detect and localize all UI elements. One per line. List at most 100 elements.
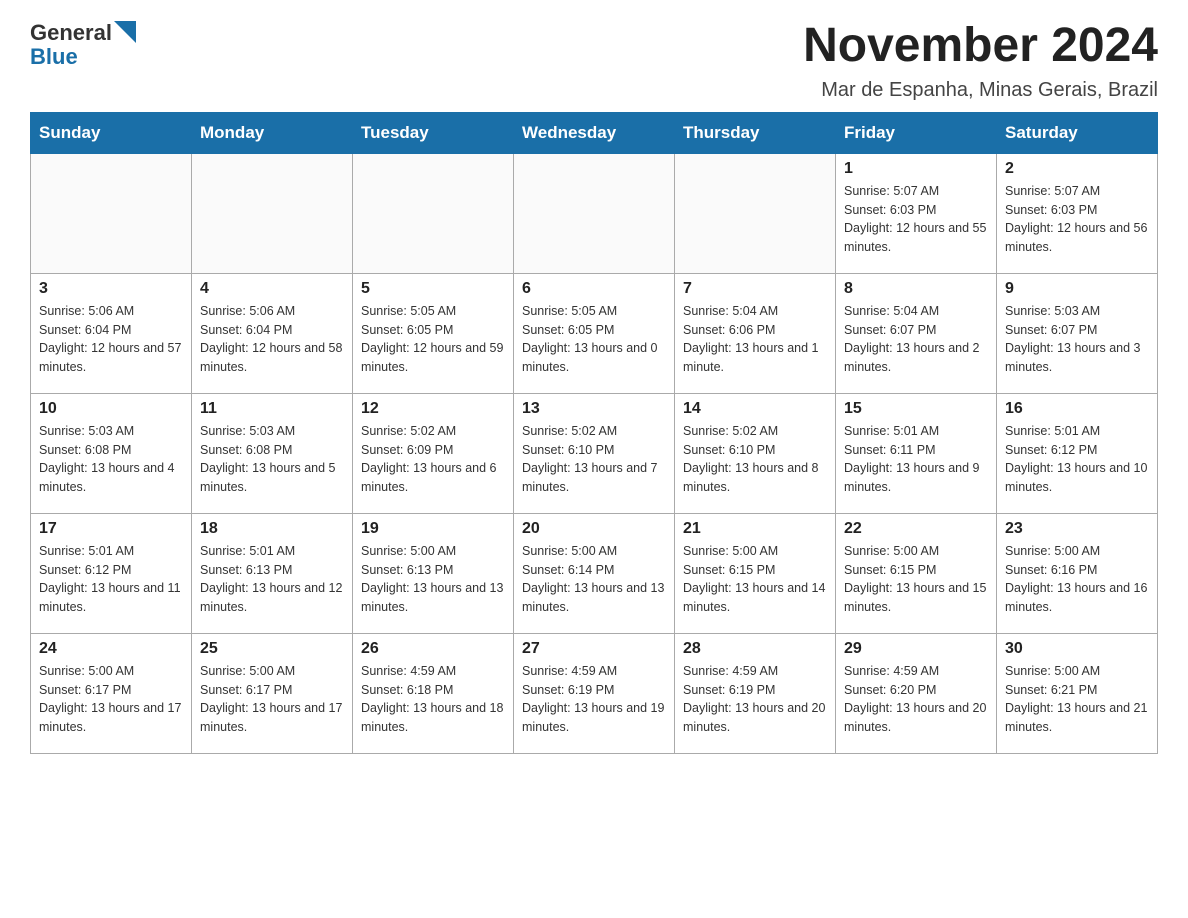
calendar-cell: 20 Sunrise: 5:00 AM Sunset: 6:14 PM Dayli… — [514, 513, 675, 633]
calendar-cell — [514, 153, 675, 273]
day-number: 21 — [683, 520, 827, 538]
calendar-cell: 3 Sunrise: 5:06 AM Sunset: 6:04 PM Daylig… — [31, 273, 192, 393]
calendar-cell: 10Sunrise: 5:03 AM Sunset: 6:08 PM Dayli… — [31, 393, 192, 513]
calendar-cell: 16 Sunrise: 5:01 AM Sunset: 6:12 PM Dayli… — [997, 393, 1158, 513]
day-number: 16 — [1005, 400, 1149, 418]
day-info: Sunrise: 5:01 AM Sunset: 6:13 PM Dayligh… — [200, 542, 344, 617]
calendar-cell: 9 Sunrise: 5:03 AM Sunset: 6:07 PM Daylig… — [997, 273, 1158, 393]
day-number: 7 — [683, 280, 827, 298]
day-info: Sunrise: 4:59 AM Sunset: 6:19 PM Dayligh… — [683, 662, 827, 737]
day-number: 24 — [39, 640, 183, 658]
day-number: 19 — [361, 520, 505, 538]
calendar-subtitle: Mar de Espanha, Minas Gerais, Brazil — [803, 79, 1158, 102]
calendar-cell: 30 Sunrise: 5:00 AM Sunset: 6:21 PM Dayli… — [997, 633, 1158, 753]
header-cell-wednesday: Wednesday — [514, 112, 675, 153]
logo-box: General Blue — [30, 20, 136, 68]
header-cell-sunday: Sunday — [31, 112, 192, 153]
day-number: 6 — [522, 280, 666, 298]
day-number: 1 — [844, 160, 988, 178]
header-cell-friday: Friday — [836, 112, 997, 153]
day-number: 30 — [1005, 640, 1149, 658]
calendar-week-row: 1 Sunrise: 5:07 AM Sunset: 6:03 PM Daylig… — [31, 153, 1158, 273]
calendar-cell: 22 Sunrise: 5:00 AM Sunset: 6:15 PM Dayli… — [836, 513, 997, 633]
calendar-cell — [31, 153, 192, 273]
day-number: 26 — [361, 640, 505, 658]
day-info: Sunrise: 5:04 AM Sunset: 6:07 PM Dayligh… — [844, 302, 988, 377]
day-info: Sunrise: 4:59 AM Sunset: 6:18 PM Dayligh… — [361, 662, 505, 737]
day-number: 5 — [361, 280, 505, 298]
day-info: Sunrise: 5:06 AM Sunset: 6:04 PM Dayligh… — [200, 302, 344, 377]
day-info: Sunrise: 5:00 AM Sunset: 6:14 PM Dayligh… — [522, 542, 666, 617]
day-info: Sunrise: 5:00 AM Sunset: 6:15 PM Dayligh… — [683, 542, 827, 617]
day-info: Sunrise: 5:00 AM Sunset: 6:15 PM Dayligh… — [844, 542, 988, 617]
logo: General Blue — [30, 20, 136, 68]
day-info: Sunrise: 5:02 AM Sunset: 6:10 PM Dayligh… — [683, 422, 827, 497]
title-area: November 2024 Mar de Espanha, Minas Gera… — [803, 20, 1158, 102]
day-number: 28 — [683, 640, 827, 658]
calendar-cell — [675, 153, 836, 273]
day-info: Sunrise: 5:06 AM Sunset: 6:04 PM Dayligh… — [39, 302, 183, 377]
calendar-cell: 18 Sunrise: 5:01 AM Sunset: 6:13 PM Dayli… — [192, 513, 353, 633]
calendar-cell: 27 Sunrise: 4:59 AM Sunset: 6:19 PM Dayli… — [514, 633, 675, 753]
day-info: Sunrise: 4:59 AM Sunset: 6:19 PM Dayligh… — [522, 662, 666, 737]
header-cell-tuesday: Tuesday — [353, 112, 514, 153]
header: General Blue November 2024 Mar de Espanh… — [30, 20, 1158, 102]
day-info: Sunrise: 5:02 AM Sunset: 6:09 PM Dayligh… — [361, 422, 505, 497]
calendar-cell: 7 Sunrise: 5:04 AM Sunset: 6:06 PM Daylig… — [675, 273, 836, 393]
day-number: 2 — [1005, 160, 1149, 178]
day-number: 27 — [522, 640, 666, 658]
day-info: Sunrise: 5:03 AM Sunset: 6:08 PM Dayligh… — [200, 422, 344, 497]
calendar-cell — [192, 153, 353, 273]
day-number: 4 — [200, 280, 344, 298]
day-info: Sunrise: 5:00 AM Sunset: 6:17 PM Dayligh… — [200, 662, 344, 737]
logo-general-text: General — [30, 20, 112, 46]
day-number: 17 — [39, 520, 183, 538]
day-number: 3 — [39, 280, 183, 298]
calendar-cell: 8 Sunrise: 5:04 AM Sunset: 6:07 PM Daylig… — [836, 273, 997, 393]
calendar-cell: 2 Sunrise: 5:07 AM Sunset: 6:03 PM Daylig… — [997, 153, 1158, 273]
calendar-cell: 24Sunrise: 5:00 AM Sunset: 6:17 PM Dayli… — [31, 633, 192, 753]
calendar-cell — [353, 153, 514, 273]
calendar-title: November 2024 — [803, 20, 1158, 73]
calendar-cell: 4 Sunrise: 5:06 AM Sunset: 6:04 PM Daylig… — [192, 273, 353, 393]
header-cell-thursday: Thursday — [675, 112, 836, 153]
day-number: 8 — [844, 280, 988, 298]
day-info: Sunrise: 5:00 AM Sunset: 6:16 PM Dayligh… — [1005, 542, 1149, 617]
day-number: 25 — [200, 640, 344, 658]
calendar-cell: 1 Sunrise: 5:07 AM Sunset: 6:03 PM Daylig… — [836, 153, 997, 273]
day-info: Sunrise: 5:05 AM Sunset: 6:05 PM Dayligh… — [522, 302, 666, 377]
day-number: 29 — [844, 640, 988, 658]
day-number: 15 — [844, 400, 988, 418]
calendar-cell: 14 Sunrise: 5:02 AM Sunset: 6:10 PM Dayli… — [675, 393, 836, 513]
calendar-cell: 28 Sunrise: 4:59 AM Sunset: 6:19 PM Dayli… — [675, 633, 836, 753]
day-info: Sunrise: 4:59 AM Sunset: 6:20 PM Dayligh… — [844, 662, 988, 737]
day-info: Sunrise: 5:03 AM Sunset: 6:07 PM Dayligh… — [1005, 302, 1149, 377]
calendar-cell: 5 Sunrise: 5:05 AM Sunset: 6:05 PM Daylig… — [353, 273, 514, 393]
calendar-table: SundayMondayTuesdayWednesdayThursdayFrid… — [30, 112, 1158, 754]
day-info: Sunrise: 5:07 AM Sunset: 6:03 PM Dayligh… — [844, 182, 988, 257]
day-number: 9 — [1005, 280, 1149, 298]
calendar-cell: 21 Sunrise: 5:00 AM Sunset: 6:15 PM Dayli… — [675, 513, 836, 633]
day-info: Sunrise: 5:01 AM Sunset: 6:12 PM Dayligh… — [1005, 422, 1149, 497]
calendar-cell: 13Sunrise: 5:02 AM Sunset: 6:10 PM Dayli… — [514, 393, 675, 513]
day-number: 14 — [683, 400, 827, 418]
day-number: 18 — [200, 520, 344, 538]
day-number: 22 — [844, 520, 988, 538]
calendar-header-row: SundayMondayTuesdayWednesdayThursdayFrid… — [31, 112, 1158, 153]
day-info: Sunrise: 5:07 AM Sunset: 6:03 PM Dayligh… — [1005, 182, 1149, 257]
calendar-cell: 23Sunrise: 5:00 AM Sunset: 6:16 PM Dayli… — [997, 513, 1158, 633]
day-number: 11 — [200, 400, 344, 418]
day-number: 20 — [522, 520, 666, 538]
header-cell-monday: Monday — [192, 112, 353, 153]
calendar-week-row: 3 Sunrise: 5:06 AM Sunset: 6:04 PM Daylig… — [31, 273, 1158, 393]
day-info: Sunrise: 5:05 AM Sunset: 6:05 PM Dayligh… — [361, 302, 505, 377]
day-info: Sunrise: 5:01 AM Sunset: 6:12 PM Dayligh… — [39, 542, 183, 617]
day-info: Sunrise: 5:00 AM Sunset: 6:21 PM Dayligh… — [1005, 662, 1149, 737]
day-number: 13 — [522, 400, 666, 418]
logo-triangle-icon — [114, 21, 136, 43]
calendar-cell: 12Sunrise: 5:02 AM Sunset: 6:09 PM Dayli… — [353, 393, 514, 513]
day-info: Sunrise: 5:04 AM Sunset: 6:06 PM Dayligh… — [683, 302, 827, 377]
calendar-cell: 26 Sunrise: 4:59 AM Sunset: 6:18 PM Dayli… — [353, 633, 514, 753]
calendar-cell: 6 Sunrise: 5:05 AM Sunset: 6:05 PM Daylig… — [514, 273, 675, 393]
calendar-cell: 29 Sunrise: 4:59 AM Sunset: 6:20 PM Dayli… — [836, 633, 997, 753]
